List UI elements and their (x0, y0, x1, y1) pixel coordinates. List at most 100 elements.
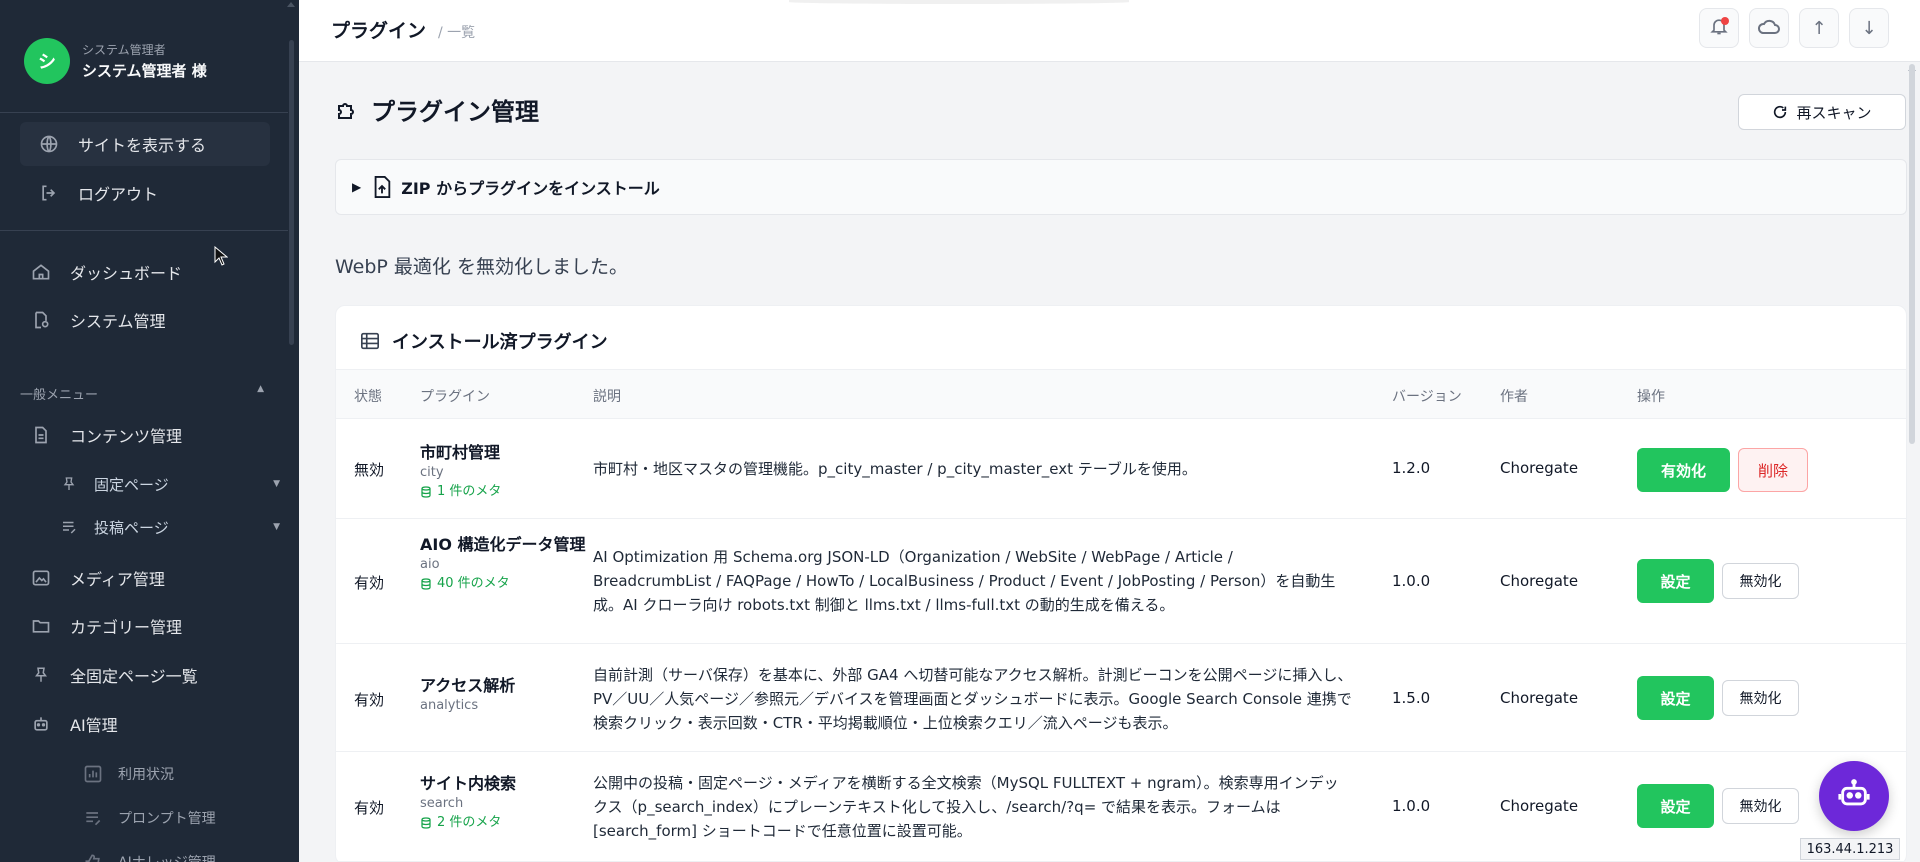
column-description: 説明 (593, 389, 621, 405)
sidebar-item-prompt[interactable]: プロンプト管理 (82, 798, 216, 838)
sidebar-item-label: コンテンツ管理 (70, 427, 183, 446)
image-icon (30, 567, 52, 589)
sidebar-item-ai[interactable]: AI管理 (30, 702, 280, 746)
rescan-label: 再スキャン (1796, 103, 1872, 122)
table-icon (360, 332, 380, 350)
cloud-icon (1757, 16, 1781, 41)
table-row: 有効 AIO 構造化データ管理 aio 40 件のメタ AI Optimizat… (336, 519, 1906, 644)
sidebar-item-label: 利用状況 (118, 767, 174, 783)
column-plugin: プラグイン (420, 389, 490, 405)
sidebar-item-label: 全固定ページ一覧 (70, 667, 198, 686)
column-actions: 操作 (1637, 389, 1665, 405)
disable-button[interactable]: 無効化 (1722, 563, 1799, 599)
user-info: シ システム管理者 システム管理者 様 (24, 38, 207, 84)
scroll-top-button[interactable]: ↑ (1799, 8, 1839, 48)
document-icon (30, 424, 52, 446)
sidebar-item-label: カテゴリー管理 (70, 618, 183, 637)
installed-plugins-card: インストール済プラグイン 状態 プラグイン 説明 バージョン 作者 操作 無効 … (335, 305, 1907, 862)
plugin-meta-label: 40 件のメタ (437, 576, 510, 591)
status-text: 無効 (354, 461, 385, 479)
sidebar-item-media[interactable]: メディア管理 (30, 556, 280, 600)
rescan-button[interactable]: 再スキャン (1738, 94, 1906, 130)
breadcrumb-sub[interactable]: / 一覧 (438, 22, 475, 42)
pin-icon (60, 475, 78, 493)
zip-install-toggle[interactable]: ▶ ZIP からプラグインをインストール (335, 159, 1907, 215)
sidebar-item-posts[interactable]: 投稿ページ ▼ (60, 507, 280, 547)
settings-button[interactable]: 設定 (1637, 559, 1714, 603)
plugin-meta[interactable]: 2 件のメタ (420, 813, 590, 833)
sidebar-item-logout[interactable]: ログアウト (20, 171, 270, 215)
disable-button[interactable]: 無効化 (1722, 680, 1799, 716)
plugin-author: Choregate (1500, 459, 1579, 477)
sidebar-item-view-site[interactable]: サイトを表示する (20, 122, 270, 166)
ai-assistant-button[interactable] (1819, 761, 1889, 831)
cloud-button[interactable] (1749, 8, 1789, 48)
sidebar-divider (0, 230, 288, 231)
scroll-bottom-button[interactable]: ↓ (1849, 8, 1889, 48)
robot-icon (1837, 777, 1871, 815)
page-title: プラグイン管理 (335, 92, 539, 127)
status-text: 有効 (354, 574, 385, 592)
sidebar-item-content[interactable]: コンテンツ管理 (30, 413, 280, 457)
plugin-description: 市町村・地区マスタの管理機能。p_city_master / p_city_ma… (593, 460, 1197, 478)
breadcrumb: プラグイン / 一覧 (331, 16, 475, 43)
main-scrollbar[interactable] (1909, 64, 1915, 444)
folder-icon (30, 615, 52, 637)
sidebar-scrollbar[interactable] (289, 40, 294, 345)
card-title: インストール済プラグイン (392, 332, 608, 353)
arrow-up-icon: ↑ (1811, 17, 1827, 39)
disable-button[interactable]: 無効化 (1722, 788, 1799, 824)
sidebar-item-label: メディア管理 (70, 570, 165, 589)
column-author: 作者 (1500, 389, 1528, 405)
plugin-name: アクセス解析 (420, 676, 516, 695)
sidebar-item-system[interactable]: システム管理 (30, 298, 280, 342)
zip-install-label: ZIP からプラグインをインストール (401, 179, 660, 198)
table-row: 有効 サイト内検索 search 2 件のメタ 公開中の投稿・固定ページ・メディ… (336, 752, 1906, 862)
sidebar-item-label: ログアウト (78, 185, 159, 204)
mouse-cursor-icon (214, 245, 229, 270)
sidebar-item-label: AI管理 (70, 716, 118, 735)
sidebar-section-label: 一般メニュー (20, 388, 99, 403)
plugin-name-cell: AIO 構造化データ管理 aio 40 件のメタ (420, 533, 590, 594)
plugin-slug: aio (420, 557, 440, 572)
main-content: プラグイン管理 再スキャン ▶ ZIP からプラグインをインストール WebP … (299, 62, 1908, 862)
plugin-meta[interactable]: 1 件のメタ (420, 482, 590, 502)
chevron-down-icon: ▼ (273, 522, 280, 532)
robot-icon (30, 713, 52, 735)
plugin-meta[interactable]: 40 件のメタ (420, 574, 590, 594)
database-icon (420, 578, 432, 590)
status-text: 有効 (354, 691, 385, 709)
sidebar-item-label: ダッシュボード (70, 264, 183, 283)
sidebar-item-label: AIナレッジ管理 (118, 852, 216, 862)
sidebar-item-knowledge[interactable]: AIナレッジ管理 (82, 842, 216, 862)
plugin-meta-label: 1 件のメタ (437, 484, 502, 499)
chart-icon (82, 764, 104, 784)
notification-button[interactable] (1699, 8, 1739, 48)
top-shadow (789, 0, 1129, 4)
enable-button[interactable]: 有効化 (1637, 448, 1730, 492)
sidebar-item-dashboard[interactable]: ダッシュボード (30, 250, 280, 294)
sidebar-section-general[interactable]: 一般メニュー ▲ (20, 384, 264, 403)
status-text: 有効 (354, 799, 385, 817)
column-status: 状態 (354, 389, 382, 405)
post-icon (60, 518, 78, 536)
table-row: 有効 アクセス解析 analytics 自前計測（サーバ保存）を基本に、外部 G… (336, 644, 1906, 752)
plugin-description: 自前計測（サーバ保存）を基本に、外部 GA4 へ切替可能なアクセス解析。計測ビー… (593, 666, 1353, 732)
plugin-slug: city (420, 465, 444, 480)
settings-button[interactable]: 設定 (1637, 784, 1714, 828)
sidebar-item-usage[interactable]: 利用状況 (82, 754, 174, 794)
sidebar-item-fixed-pages[interactable]: 固定ページ ▼ (60, 464, 280, 504)
sidebar-item-label: 投稿ページ (94, 518, 169, 537)
sidebar-item-category[interactable]: カテゴリー管理 (30, 604, 280, 648)
plugin-version: 1.0.0 (1392, 572, 1431, 590)
pin-icon (30, 664, 52, 686)
delete-button[interactable]: 削除 (1738, 448, 1808, 492)
plugin-name: AIO 構造化データ管理 (420, 535, 586, 554)
sidebar-item-all-fixed-pages[interactable]: 全固定ページ一覧 (30, 653, 280, 697)
sidebar-scroll-up-arrow[interactable] (287, 2, 295, 7)
settings-button[interactable]: 設定 (1637, 676, 1714, 720)
plugin-version: 1.2.0 (1392, 459, 1431, 477)
puzzle-icon (335, 98, 359, 122)
page-title-text: プラグイン管理 (371, 98, 539, 126)
sidebar: シ システム管理者 システム管理者 様 サイトを表示する ログアウト ダッシュボ… (0, 0, 299, 862)
